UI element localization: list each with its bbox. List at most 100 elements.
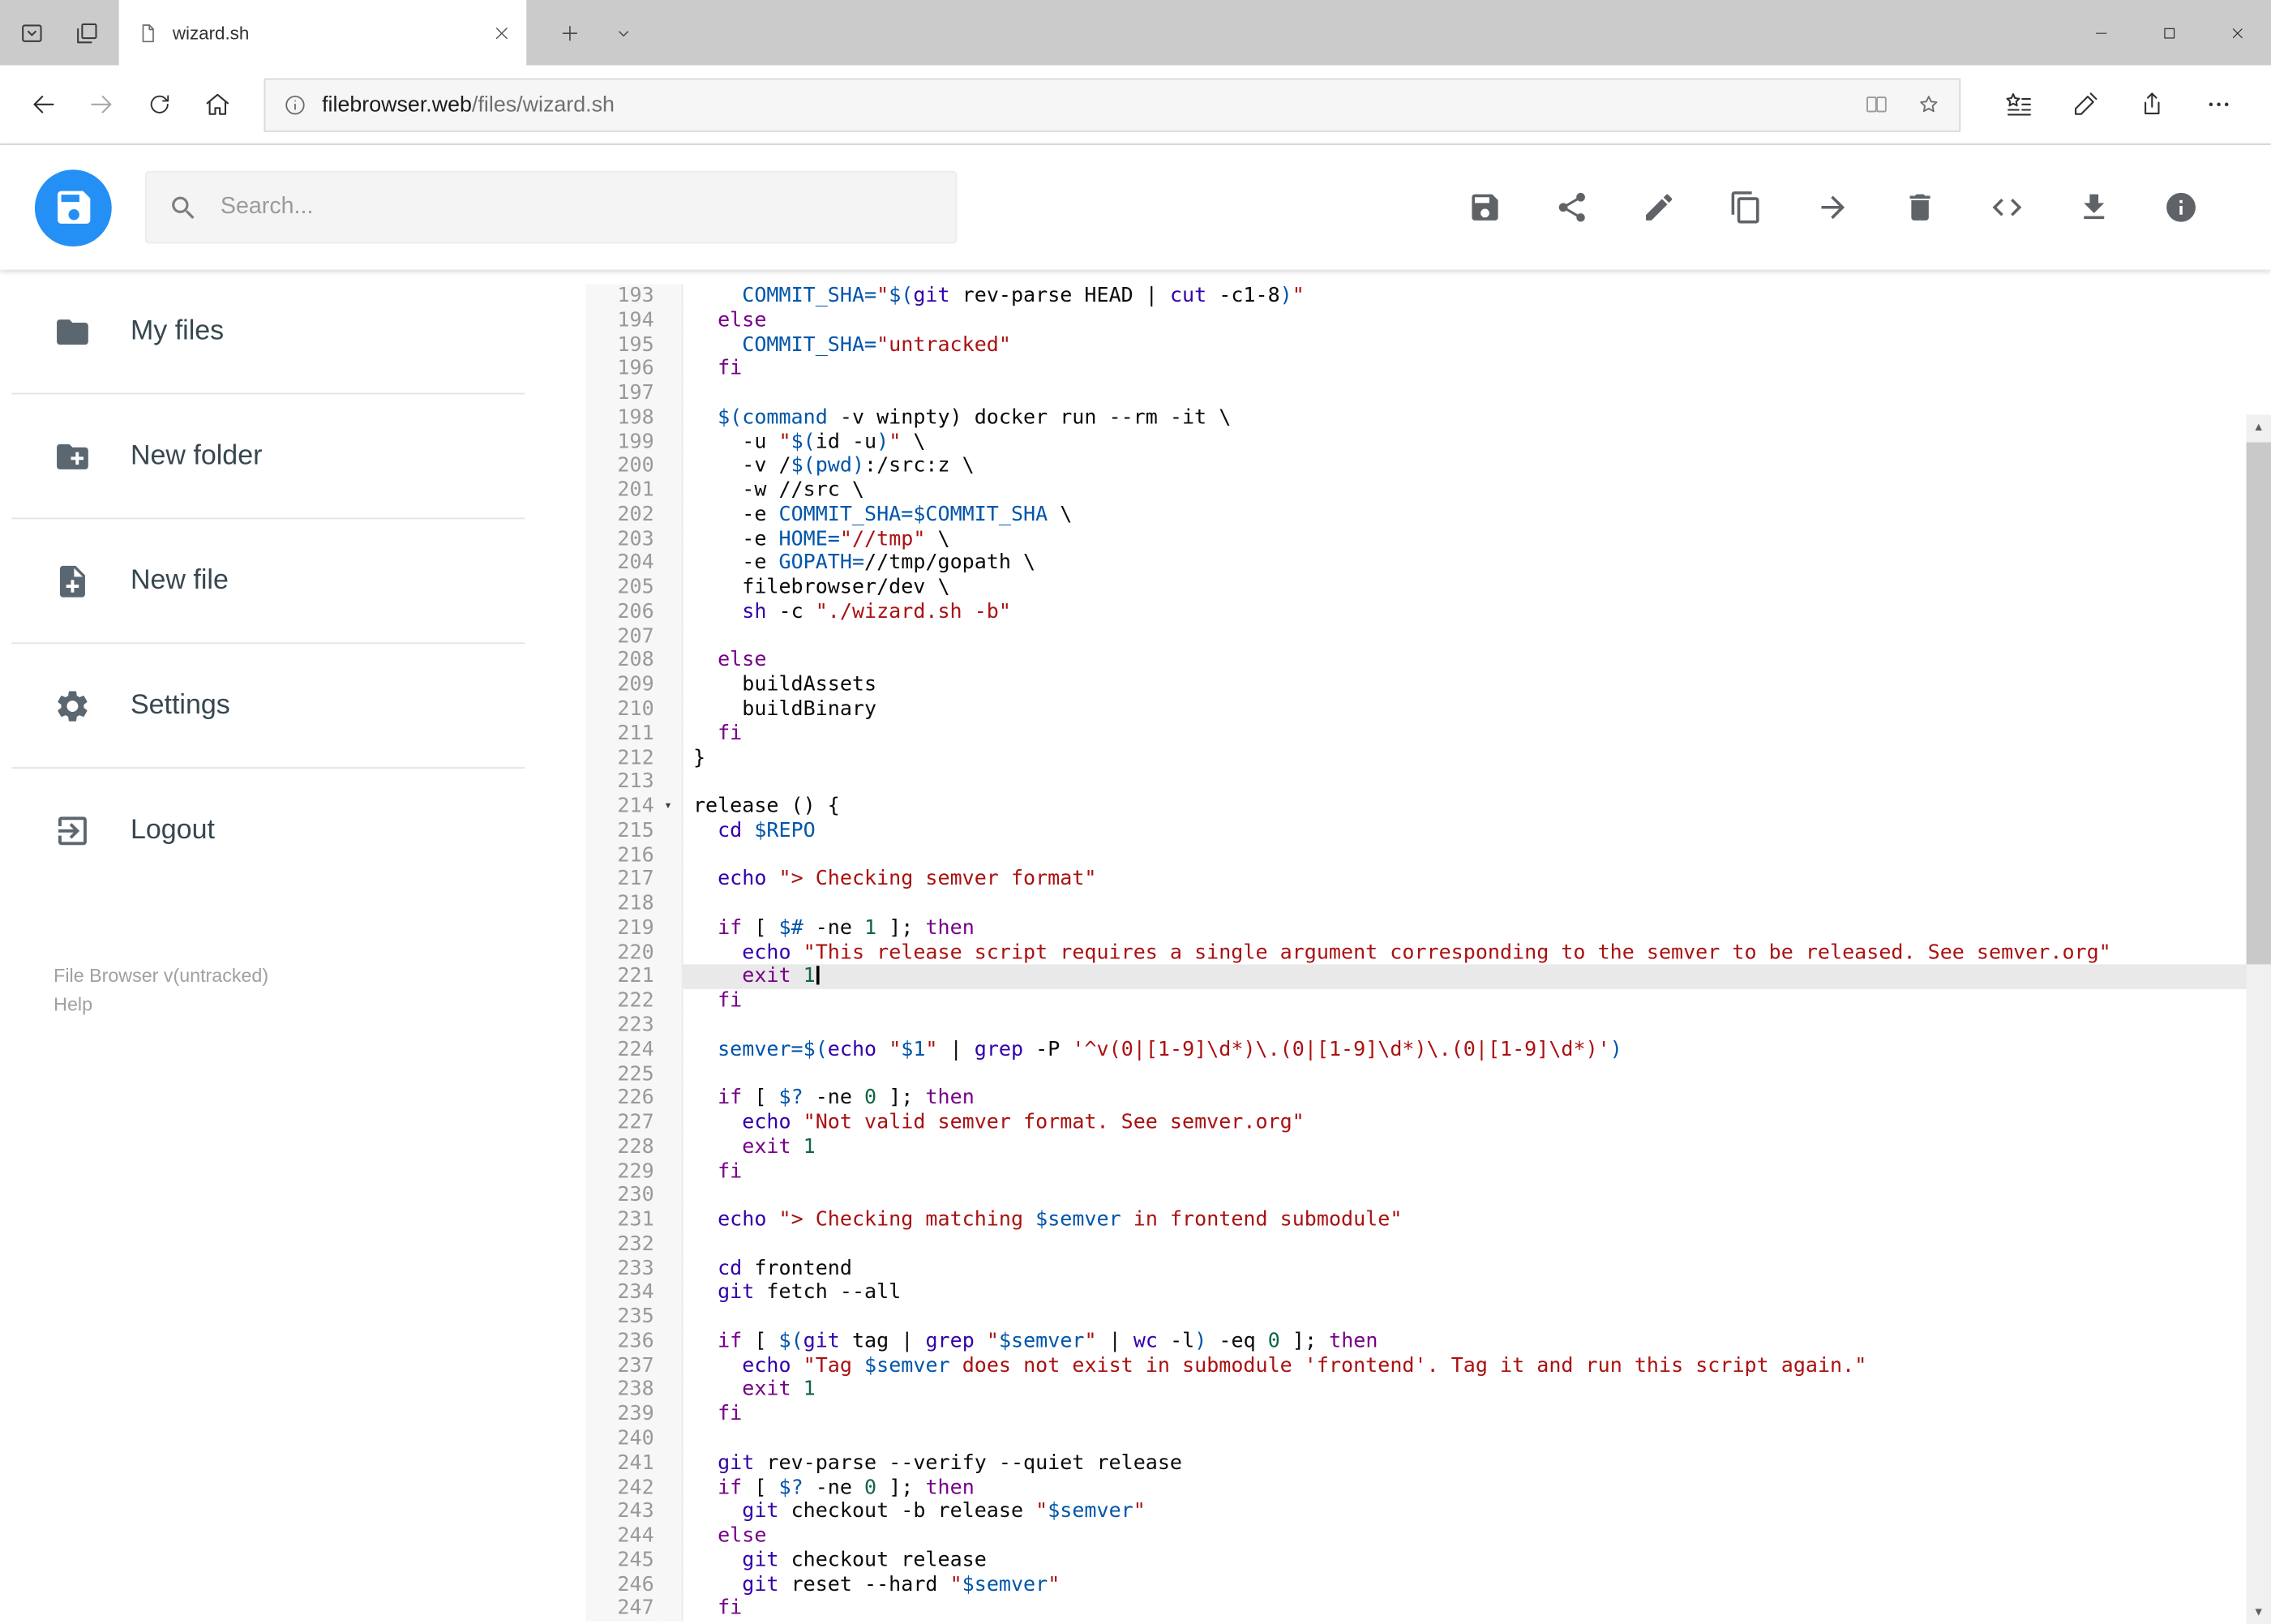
web-note-button[interactable] [2056,75,2115,134]
code-text[interactable]: } [683,746,2271,770]
code-text[interactable] [683,624,2271,649]
code-text[interactable]: if [ $? -ne 0 ]; then [683,1086,2271,1111]
code-text[interactable]: cd frontend [683,1257,2271,1281]
code-text[interactable] [683,1427,2271,1451]
code-text[interactable]: release () { [683,795,2271,819]
code-text[interactable]: cd $REPO [683,819,2271,843]
code-text[interactable] [683,843,2271,868]
tab-list-chevron-icon[interactable] [614,23,634,43]
rename-button[interactable] [1642,190,1677,225]
code-text[interactable]: fi [683,358,2271,382]
code-text[interactable]: exit 1 [683,1135,2271,1159]
code-text[interactable]: git rev-parse --verify --quiet release [683,1451,2271,1476]
code-text[interactable]: exit 1 [683,1378,2271,1403]
code-text[interactable]: fi [683,1159,2271,1184]
download-button[interactable] [2076,190,2111,225]
code-text[interactable]: echo "Tag $semver does not exist in subm… [683,1354,2271,1378]
code-text[interactable] [683,770,2271,795]
code-text[interactable]: echo "Not valid semver format. See semve… [683,1111,2271,1135]
tab-preview-icon[interactable] [17,18,46,47]
help-link[interactable]: Help [54,991,585,1020]
new-tab-button[interactable] [559,21,582,45]
code-text[interactable]: git fetch --all [683,1281,2271,1305]
code-text[interactable]: -e COMMIT_SHA=$COMMIT_SHA \ [683,503,2271,527]
code-text[interactable]: echo "> Checking semver format" [683,868,2271,892]
code-text[interactable]: -e HOME="//tmp" \ [683,527,2271,551]
code-text[interactable]: sh -c "./wizard.sh -b" [683,600,2271,624]
code-text[interactable]: fi [683,1597,2271,1622]
code-text[interactable]: fi [683,1403,2271,1427]
code-text[interactable]: if [ $(git tag | grep "$semver" | wc -l)… [683,1330,2271,1354]
search-bar[interactable] [144,171,958,244]
code-text[interactable]: echo "> Checking matching $semver in fro… [683,1208,2271,1232]
code-text[interactable]: else [683,309,2271,333]
sidebar-item-my-files[interactable]: My files [0,270,586,395]
code-text[interactable] [683,1062,2271,1086]
delete-button[interactable] [1903,190,1938,225]
back-button[interactable] [15,75,73,134]
fold-arrow-icon[interactable]: ▾ [661,795,683,820]
code-text[interactable] [683,1305,2271,1330]
maximize-button[interactable] [2135,0,2203,65]
share-page-button[interactable] [2123,75,2182,134]
code-text[interactable]: if [ $# -ne 1 ]; then [683,916,2271,941]
browser-tab[interactable]: wizard.sh [118,0,527,66]
home-button[interactable] [189,75,247,134]
page-scrollbar[interactable]: ▲ ▼ [2246,414,2271,1624]
code-text[interactable] [683,1184,2271,1208]
code-button[interactable] [1990,190,2025,225]
code-text[interactable]: else [683,649,2271,673]
sidebar-item-new-file[interactable]: New file [0,519,586,645]
code-text[interactable] [683,1013,2271,1038]
code-text[interactable]: -e GOPATH=//tmp/gopath \ [683,551,2271,576]
code-text[interactable]: COMMIT_SHA="untracked" [683,333,2271,358]
reading-view-button[interactable] [1852,82,1901,126]
url-text[interactable]: filebrowser.web/files/wizard.sh [322,92,615,117]
code-text[interactable]: COMMIT_SHA="$(git rev-parse HEAD | cut -… [683,285,2271,309]
forward-button[interactable] [72,75,131,134]
set-tabs-aside-icon[interactable] [72,18,101,47]
code-text[interactable]: echo "This release script requires a sin… [683,941,2271,965]
code-text[interactable]: -v /$(pwd):/src:z \ [683,454,2271,478]
favorite-button[interactable] [1904,82,1953,126]
move-button[interactable] [1815,190,1850,225]
code-text[interactable]: filebrowser/dev \ [683,576,2271,600]
scrollbar-thumb[interactable] [2246,442,2271,965]
code-text[interactable]: exit 1 [683,965,2271,990]
code-text[interactable]: semver=$(echo "$1" | grep -P '^v(0|[1-9]… [683,1038,2271,1062]
more-options-button[interactable] [2190,75,2248,134]
save-button[interactable] [1468,190,1502,225]
code-text[interactable]: else [683,1524,2271,1549]
minimize-button[interactable] [2067,0,2135,65]
code-text[interactable]: -w //src \ [683,478,2271,503]
scrollbar-up-arrow[interactable]: ▲ [2247,415,2271,439]
site-info-icon[interactable] [283,92,307,117]
code-text[interactable] [683,1232,2271,1257]
code-text[interactable] [683,892,2271,916]
address-bar[interactable]: filebrowser.web/files/wizard.sh [264,77,1961,131]
code-text[interactable] [683,382,2271,406]
code-text[interactable]: buildBinary [683,697,2271,722]
info-button[interactable] [2164,190,2199,225]
share-button[interactable] [1554,190,1589,225]
copy-button[interactable] [1729,190,1763,225]
sidebar-item-settings[interactable]: Settings [0,644,586,769]
code-text[interactable]: $(command -v winpty) docker run --rm -it… [683,406,2271,431]
code-editor[interactable]: 193 COMMIT_SHA="$(git rev-parse HEAD | c… [585,269,2271,1624]
close-button[interactable] [2203,0,2271,65]
search-input[interactable] [217,192,934,222]
code-text[interactable]: git reset --hard "$semver" [683,1573,2271,1597]
app-logo[interactable] [34,169,112,246]
sidebar-item-new-folder[interactable]: New folder [0,394,586,520]
code-text[interactable]: buildAssets [683,673,2271,697]
refresh-button[interactable] [131,75,189,134]
code-text[interactable]: -u "$(id -u)" \ [683,430,2271,454]
code-text[interactable]: if [ $? -ne 0 ]; then [683,1476,2271,1500]
code-text[interactable]: git checkout release [683,1549,2271,1573]
sidebar-item-logout[interactable]: Logout [0,769,586,893]
code-text[interactable]: fi [683,722,2271,746]
code-text[interactable]: git checkout -b release "$semver" [683,1500,2271,1524]
hub-button[interactable] [1990,75,2048,134]
tab-close-icon[interactable] [491,23,512,43]
scrollbar-down-arrow[interactable]: ▼ [2247,1600,2271,1624]
